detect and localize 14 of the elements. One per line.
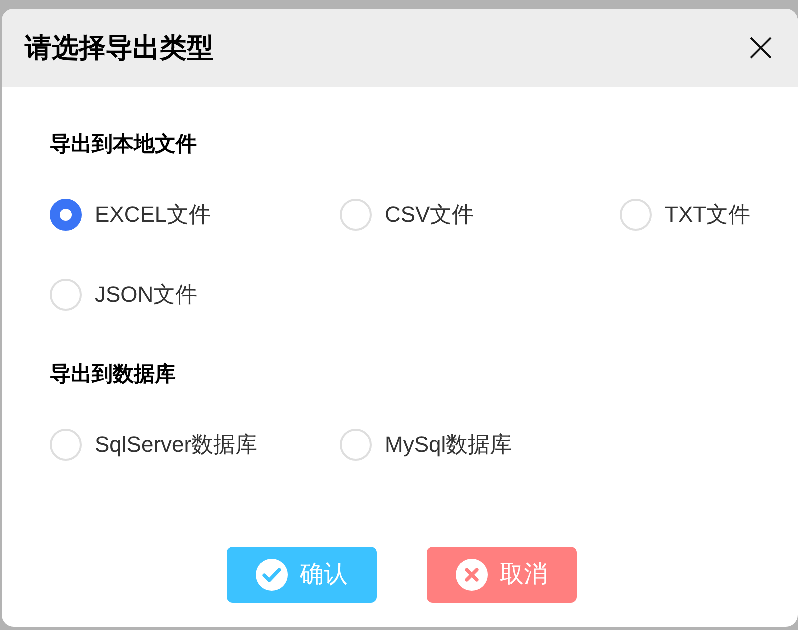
check-circle-icon — [256, 559, 288, 591]
option-label[interactable]: TXT文件 — [665, 200, 751, 230]
close-icon — [750, 37, 772, 59]
dialog-title: 请选择导出类型 — [25, 32, 214, 65]
section-heading: 导出到数据库 — [50, 362, 177, 388]
section-heading: 导出到本地文件 — [50, 132, 198, 158]
close-button[interactable] — [750, 37, 772, 59]
option-label[interactable]: MySql数据库 — [385, 430, 512, 460]
close-circle-icon — [456, 559, 488, 591]
option-label[interactable]: SqlServer数据库 — [95, 430, 258, 460]
option-label[interactable]: JSON文件 — [95, 280, 198, 310]
option-label[interactable]: CSV文件 — [385, 200, 474, 230]
radio-button[interactable] — [50, 199, 82, 231]
option-label[interactable]: EXCEL文件 — [95, 200, 212, 230]
